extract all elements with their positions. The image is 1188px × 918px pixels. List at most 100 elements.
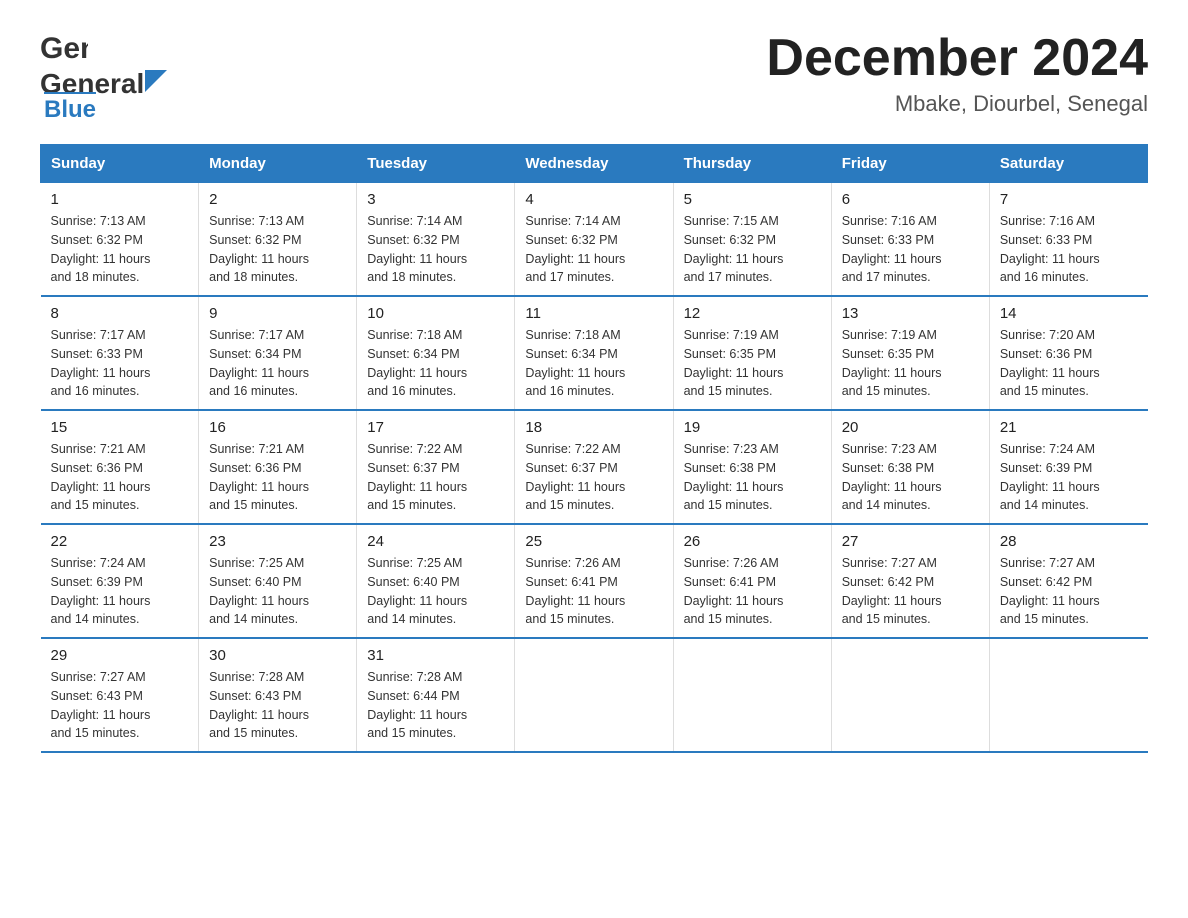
calendar-cell: 10Sunrise: 7:18 AMSunset: 6:34 PMDayligh… xyxy=(357,296,515,410)
calendar-cell: 30Sunrise: 7:28 AMSunset: 6:43 PMDayligh… xyxy=(199,638,357,752)
day-info: Sunrise: 7:19 AMSunset: 6:35 PMDaylight:… xyxy=(842,328,942,398)
day-number: 2 xyxy=(209,191,346,208)
calendar-cell: 24 Sunrise: 7:25 AMSunset: 6:40 PMDayligh… xyxy=(357,524,515,638)
calendar-header-thursday: Thursday xyxy=(673,145,831,183)
calendar-cell: 4 Sunrise: 7:14 AMSunset: 6:32 PMDaylight… xyxy=(515,183,673,297)
logo: General General Blue xyxy=(40,30,167,124)
calendar-header-friday: Friday xyxy=(831,145,989,183)
day-info: Sunrise: 7:24 AMSunset: 6:39 PMDaylight:… xyxy=(51,556,151,626)
day-number: 5 xyxy=(684,191,821,208)
day-number: 15 xyxy=(51,419,189,436)
day-number: 6 xyxy=(842,191,979,208)
calendar-table: SundayMondayTuesdayWednesdayThursdayFrid… xyxy=(40,144,1148,753)
day-info: Sunrise: 7:26 AMSunset: 6:41 PMDaylight:… xyxy=(525,556,625,626)
day-number: 4 xyxy=(525,191,662,208)
day-info: Sunrise: 7:22 AMSunset: 6:37 PMDaylight:… xyxy=(525,442,625,512)
day-info: Sunrise: 7:23 AMSunset: 6:38 PMDaylight:… xyxy=(684,442,784,512)
calendar-header-sunday: Sunday xyxy=(41,145,199,183)
month-title: December 2024 xyxy=(766,30,1148,87)
calendar-cell: 12Sunrise: 7:19 AMSunset: 6:35 PMDayligh… xyxy=(673,296,831,410)
logo-icon: General xyxy=(40,30,88,68)
day-number: 19 xyxy=(684,419,821,436)
day-number: 22 xyxy=(51,533,189,550)
calendar-cell: 8 Sunrise: 7:17 AMSunset: 6:33 PMDaylight… xyxy=(41,296,199,410)
calendar-week-row: 8 Sunrise: 7:17 AMSunset: 6:33 PMDaylight… xyxy=(41,296,1148,410)
day-number: 11 xyxy=(525,305,662,322)
calendar-cell: 22 Sunrise: 7:24 AMSunset: 6:39 PMDayligh… xyxy=(41,524,199,638)
calendar-cell: 23 Sunrise: 7:25 AMSunset: 6:40 PMDayligh… xyxy=(199,524,357,638)
day-info: Sunrise: 7:21 AMSunset: 6:36 PMDaylight:… xyxy=(209,442,309,512)
calendar-cell: 3Sunrise: 7:14 AMSunset: 6:32 PMDaylight… xyxy=(357,183,515,297)
day-number: 24 xyxy=(367,533,504,550)
calendar-cell: 26 Sunrise: 7:26 AMSunset: 6:41 PMDayligh… xyxy=(673,524,831,638)
day-info: Sunrise: 7:19 AMSunset: 6:35 PMDaylight:… xyxy=(684,328,784,398)
calendar-cell: 31 Sunrise: 7:28 AMSunset: 6:44 PMDayligh… xyxy=(357,638,515,752)
day-number: 20 xyxy=(842,419,979,436)
calendar-cell: 5 Sunrise: 7:15 AMSunset: 6:32 PMDaylight… xyxy=(673,183,831,297)
calendar-header-tuesday: Tuesday xyxy=(357,145,515,183)
calendar-cell: 7Sunrise: 7:16 AMSunset: 6:33 PMDaylight… xyxy=(989,183,1147,297)
day-info: Sunrise: 7:27 AMSunset: 6:43 PMDaylight:… xyxy=(51,670,151,740)
day-info: Sunrise: 7:20 AMSunset: 6:36 PMDaylight:… xyxy=(1000,328,1100,398)
calendar-cell: 2 Sunrise: 7:13 AMSunset: 6:32 PMDaylight… xyxy=(199,183,357,297)
page-header: General General Blue December 2024 Mbake… xyxy=(40,30,1148,124)
day-number: 21 xyxy=(1000,419,1138,436)
calendar-cell: 29Sunrise: 7:27 AMSunset: 6:43 PMDayligh… xyxy=(41,638,199,752)
calendar-week-row: 22 Sunrise: 7:24 AMSunset: 6:39 PMDayligh… xyxy=(41,524,1148,638)
calendar-header-saturday: Saturday xyxy=(989,145,1147,183)
day-info: Sunrise: 7:16 AMSunset: 6:33 PMDaylight:… xyxy=(1000,214,1100,284)
day-number: 16 xyxy=(209,419,346,436)
day-number: 23 xyxy=(209,533,346,550)
calendar-cell xyxy=(515,638,673,752)
calendar-cell: 11 Sunrise: 7:18 AMSunset: 6:34 PMDayligh… xyxy=(515,296,673,410)
calendar-cell: 14Sunrise: 7:20 AMSunset: 6:36 PMDayligh… xyxy=(989,296,1147,410)
day-number: 18 xyxy=(525,419,662,436)
calendar-cell: 16 Sunrise: 7:21 AMSunset: 6:36 PMDayligh… xyxy=(199,410,357,524)
day-info: Sunrise: 7:17 AMSunset: 6:33 PMDaylight:… xyxy=(51,328,151,398)
day-number: 26 xyxy=(684,533,821,550)
day-info: Sunrise: 7:28 AMSunset: 6:44 PMDaylight:… xyxy=(367,670,467,740)
calendar-cell: 28 Sunrise: 7:27 AMSunset: 6:42 PMDayligh… xyxy=(989,524,1147,638)
day-info: Sunrise: 7:16 AMSunset: 6:33 PMDaylight:… xyxy=(842,214,942,284)
calendar-cell: 20 Sunrise: 7:23 AMSunset: 6:38 PMDayligh… xyxy=(831,410,989,524)
calendar-cell: 13 Sunrise: 7:19 AMSunset: 6:35 PMDayligh… xyxy=(831,296,989,410)
day-info: Sunrise: 7:15 AMSunset: 6:32 PMDaylight:… xyxy=(684,214,784,284)
day-number: 31 xyxy=(367,647,504,664)
calendar-header-wednesday: Wednesday xyxy=(515,145,673,183)
day-info: Sunrise: 7:22 AMSunset: 6:37 PMDaylight:… xyxy=(367,442,467,512)
day-info: Sunrise: 7:24 AMSunset: 6:39 PMDaylight:… xyxy=(1000,442,1100,512)
day-number: 3 xyxy=(367,191,504,208)
calendar-header-row: SundayMondayTuesdayWednesdayThursdayFrid… xyxy=(41,145,1148,183)
day-info: Sunrise: 7:18 AMSunset: 6:34 PMDaylight:… xyxy=(525,328,625,398)
day-info: Sunrise: 7:21 AMSunset: 6:36 PMDaylight:… xyxy=(51,442,151,512)
title-area: December 2024 Mbake, Diourbel, Senegal xyxy=(766,30,1148,117)
calendar-cell xyxy=(989,638,1147,752)
day-number: 9 xyxy=(209,305,346,322)
day-info: Sunrise: 7:25 AMSunset: 6:40 PMDaylight:… xyxy=(209,556,309,626)
day-number: 28 xyxy=(1000,533,1138,550)
day-info: Sunrise: 7:26 AMSunset: 6:41 PMDaylight:… xyxy=(684,556,784,626)
location-title: Mbake, Diourbel, Senegal xyxy=(766,91,1148,117)
logo-triangle-icon xyxy=(145,70,167,97)
day-info: Sunrise: 7:17 AMSunset: 6:34 PMDaylight:… xyxy=(209,328,309,398)
logo-blue-text: Blue xyxy=(44,92,96,123)
day-info: Sunrise: 7:14 AMSunset: 6:32 PMDaylight:… xyxy=(525,214,625,284)
day-info: Sunrise: 7:13 AMSunset: 6:32 PMDaylight:… xyxy=(209,214,309,284)
day-number: 13 xyxy=(842,305,979,322)
day-info: Sunrise: 7:27 AMSunset: 6:42 PMDaylight:… xyxy=(1000,556,1100,626)
day-number: 25 xyxy=(525,533,662,550)
calendar-cell: 25 Sunrise: 7:26 AMSunset: 6:41 PMDayligh… xyxy=(515,524,673,638)
day-info: Sunrise: 7:27 AMSunset: 6:42 PMDaylight:… xyxy=(842,556,942,626)
calendar-cell xyxy=(831,638,989,752)
calendar-cell: 19 Sunrise: 7:23 AMSunset: 6:38 PMDayligh… xyxy=(673,410,831,524)
calendar-week-row: 15 Sunrise: 7:21 AMSunset: 6:36 PMDayligh… xyxy=(41,410,1148,524)
day-number: 8 xyxy=(51,305,189,322)
day-info: Sunrise: 7:25 AMSunset: 6:40 PMDaylight:… xyxy=(367,556,467,626)
day-number: 30 xyxy=(209,647,346,664)
day-number: 17 xyxy=(367,419,504,436)
calendar-cell: 18 Sunrise: 7:22 AMSunset: 6:37 PMDayligh… xyxy=(515,410,673,524)
day-info: Sunrise: 7:13 AMSunset: 6:32 PMDaylight:… xyxy=(51,214,151,284)
calendar-cell xyxy=(673,638,831,752)
calendar-cell: 15 Sunrise: 7:21 AMSunset: 6:36 PMDayligh… xyxy=(41,410,199,524)
day-info: Sunrise: 7:23 AMSunset: 6:38 PMDaylight:… xyxy=(842,442,942,512)
